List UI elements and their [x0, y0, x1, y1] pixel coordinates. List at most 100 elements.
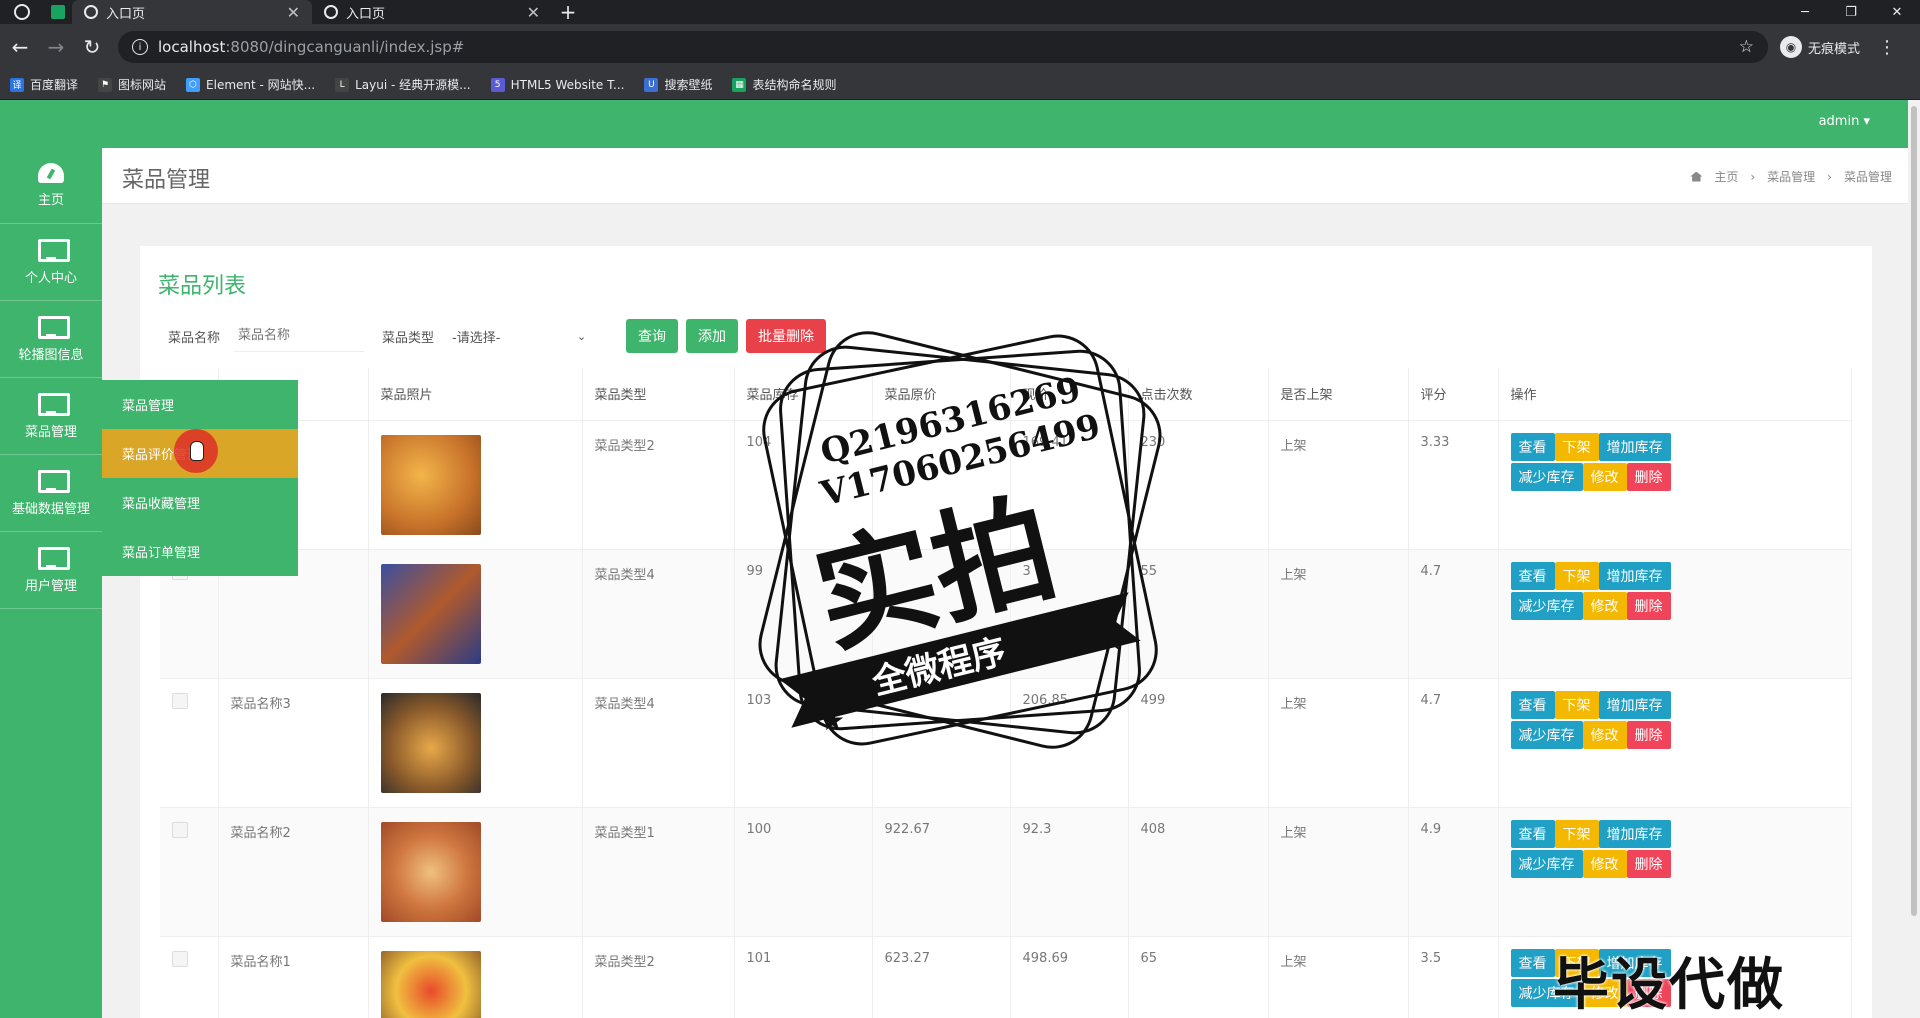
sidebar-item-profile[interactable]: 个人中心	[0, 225, 102, 301]
incognito-label: 无痕模式	[1808, 41, 1861, 57]
delete-button[interactable]: 删除	[1626, 849, 1671, 878]
cursor-highlight	[174, 429, 218, 473]
pinned-tab-icon[interactable]	[44, 0, 72, 24]
breadcrumb-home[interactable]: 主页	[1714, 168, 1738, 185]
select-value: -请选择-	[452, 330, 501, 346]
batch-delete-button[interactable]: 批量删除	[746, 319, 827, 353]
dish-photo	[380, 692, 481, 793]
dish-photo	[380, 821, 481, 922]
bookmark-item[interactable]: ⚑ 图标网站	[98, 76, 166, 93]
restore-icon[interactable]: ❐	[1828, 0, 1874, 24]
bookmark-item[interactable]: 译百度翻译	[10, 76, 78, 93]
bookmarks-bar: 译百度翻译 ⚑ 图标网站 ⬡ Element - 网站快... L Layui - 经…	[0, 70, 1920, 100]
cell-type: 菜品类型4	[582, 678, 735, 808]
add-stock-button[interactable]: 增加库存	[1598, 690, 1671, 719]
submenu-dish-orders[interactable]: 菜品订单管理	[102, 527, 298, 576]
row-checkbox[interactable]	[172, 950, 188, 967]
dish-type-select[interactable]: -请选择- ⌄	[448, 320, 590, 352]
sidebar-item-label: 个人中心	[24, 271, 77, 286]
browser-tab-1[interactable]: 入口页 ✕	[72, 0, 312, 24]
incognito-indicator[interactable]: ◉ 无痕模式	[1780, 36, 1860, 58]
bookmark-item[interactable]: ⬡ Element - 网站快...	[186, 76, 315, 93]
submenu-dish-favorites[interactable]: 菜品收藏管理	[102, 478, 298, 527]
cell-type: 菜品类型1	[582, 807, 735, 937]
table-row: 菜品类型2 104 169.41 230 上架 3.33 查看 下架 增加库存 减少…	[160, 420, 1852, 550]
close-window-icon[interactable]: ✕	[1874, 0, 1920, 24]
view-button[interactable]: 查看	[1510, 432, 1555, 461]
close-icon[interactable]: ✕	[527, 3, 540, 22]
url-host: localhost	[158, 38, 226, 56]
row-checkbox[interactable]	[172, 692, 188, 709]
page-header: 菜品管理 主页 › 菜品管理 › 菜品管理	[102, 148, 1908, 204]
view-button[interactable]: 查看	[1510, 690, 1555, 719]
row-actions: 查看 下架 增加库存 减少库存 修改 删除	[1510, 561, 1701, 620]
add-stock-button[interactable]: 增加库存	[1598, 561, 1671, 590]
browser-tab-2[interactable]: 入口页 ✕	[312, 0, 552, 24]
row-checkbox[interactable]	[172, 821, 188, 838]
username: admin	[1818, 114, 1860, 129]
edit-button[interactable]: 修改	[1582, 720, 1627, 749]
delete-button[interactable]: 删除	[1626, 720, 1671, 749]
cell-orig-price: 623.27	[872, 936, 1011, 1018]
offshelf-button[interactable]: 下架	[1554, 819, 1599, 848]
dish-name-input[interactable]	[234, 320, 365, 352]
reduce-stock-button[interactable]: 减少库存	[1510, 720, 1583, 749]
scrollbar-thumb[interactable]	[1911, 106, 1917, 916]
list-title: 菜品列表	[158, 274, 247, 299]
info-icon[interactable]: i	[132, 39, 148, 55]
submenu-dish-management[interactable]: 菜品管理	[102, 380, 298, 429]
monitor-icon	[38, 316, 70, 339]
minimize-icon[interactable]: ─	[1782, 0, 1828, 24]
bookmark-item[interactable]: U 搜索壁纸	[644, 76, 712, 93]
filter-bar: 菜品名称 菜品类型 -请选择- ⌄ 查询 添加 批量删除	[168, 318, 834, 354]
add-stock-button[interactable]: 增加库存	[1598, 432, 1671, 461]
sidebar-item-users[interactable]: 用户管理	[0, 533, 102, 609]
reduce-stock-button[interactable]: 减少库存	[1510, 462, 1583, 491]
breadcrumb: 主页 › 菜品管理 › 菜品管理	[1690, 168, 1892, 185]
new-tab-button[interactable]: +	[552, 0, 584, 24]
reduce-stock-button[interactable]: 减少库存	[1510, 849, 1583, 878]
home-icon	[1690, 171, 1703, 182]
edit-button[interactable]: 修改	[1582, 849, 1627, 878]
bookmark-item[interactable]: 5 HTML5 Website T...	[490, 77, 624, 92]
add-stock-button[interactable]: 增加库存	[1598, 819, 1671, 848]
page-scrollbar[interactable]	[1908, 100, 1920, 1018]
breadcrumb-item[interactable]: 菜品管理	[1767, 168, 1815, 185]
add-button[interactable]: 添加	[686, 319, 739, 353]
dashboard-icon	[38, 163, 64, 183]
sidebar-item-basic-data[interactable]: 基础数据管理	[0, 456, 102, 532]
forward-arrow-icon[interactable]: →	[40, 31, 72, 63]
query-button[interactable]: 查询	[626, 319, 679, 353]
sidebar-item-dishes[interactable]: 菜品管理	[0, 379, 102, 455]
edit-button[interactable]: 修改	[1582, 462, 1627, 491]
sidebar-item-carousel[interactable]: 轮播图信息	[0, 302, 102, 378]
offshelf-button[interactable]: 下架	[1554, 690, 1599, 719]
url-input[interactable]: i localhost :8080/dingcanguanli/index.js…	[118, 31, 1768, 63]
bookmark-item[interactable]: ▦ 表结构命名规则	[732, 76, 836, 93]
bookmark-item[interactable]: L Layui - 经典开源模...	[335, 76, 471, 93]
watermark-corner-text: 毕设代做	[1553, 953, 1785, 1018]
view-button[interactable]: 查看	[1510, 948, 1555, 977]
cell-stock: 100	[734, 807, 873, 937]
delete-button[interactable]: 删除	[1626, 591, 1671, 620]
col-clicks: 点击次数	[1128, 368, 1269, 421]
sidebar-item-label: 轮播图信息	[18, 348, 84, 363]
cell-status: 上架	[1268, 678, 1409, 808]
globe-icon[interactable]	[0, 0, 44, 24]
bookmark-star-icon[interactable]: ☆	[1739, 37, 1754, 57]
delete-button[interactable]: 删除	[1626, 462, 1671, 491]
offshelf-button[interactable]: 下架	[1554, 432, 1599, 461]
reduce-stock-button[interactable]: 减少库存	[1510, 591, 1583, 620]
user-menu[interactable]: admin ▾	[1819, 114, 1870, 129]
reload-icon[interactable]: ↻	[76, 31, 108, 63]
cell-type: 菜品类型4	[582, 549, 735, 679]
view-button[interactable]: 查看	[1510, 819, 1555, 848]
edit-button[interactable]: 修改	[1582, 591, 1627, 620]
offshelf-button[interactable]: 下架	[1554, 561, 1599, 590]
cell-name: 菜品名称1	[218, 936, 369, 1018]
view-button[interactable]: 查看	[1510, 561, 1555, 590]
close-icon[interactable]: ✕	[287, 3, 300, 22]
back-arrow-icon[interactable]: ←	[4, 31, 36, 63]
menu-dots-icon[interactable]: ⋮	[1878, 37, 1896, 58]
sidebar-item-home[interactable]: 主页	[0, 148, 102, 224]
